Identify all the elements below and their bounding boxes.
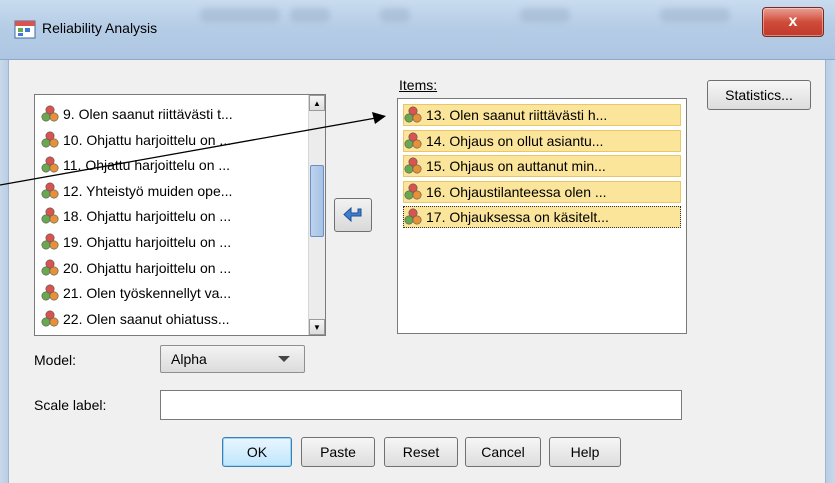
window-border-left [0, 60, 8, 483]
source-list-item[interactable]: 11. Ohjattu harjoittelu on ... [41, 154, 311, 176]
source-list-item[interactable]: 21. Olen työskennellyt va... [41, 282, 311, 304]
cancel-button[interactable]: Cancel [465, 437, 541, 467]
items-list[interactable]: 13. Olen saanut riittävästi h... 14. Ohja… [397, 98, 687, 334]
scale-label-input[interactable] [160, 390, 682, 420]
items-list-item[interactable]: 15. Ohjaus on auttanut min... [403, 155, 681, 178]
window-title: Reliability Analysis [42, 20, 158, 36]
source-list-item[interactable]: 22. Olen saanut ohiatuss... [41, 308, 311, 330]
source-list-item[interactable]: 9. Olen saanut riittävästi t... [41, 103, 311, 125]
paste-button-label: Paste [320, 444, 356, 460]
chevron-down-icon [278, 356, 290, 362]
source-list-item[interactable]: 20. Ohjattu harjoittelu on ... [41, 257, 311, 279]
source-list-item-label: 19. Ohjattu harjoittelu on ... [63, 234, 232, 250]
scroll-thumb[interactable] [310, 165, 324, 237]
items-list-item[interactable]: 17. Ohjauksessa on käsitelt... [403, 206, 681, 229]
ok-button-label: OK [246, 444, 268, 460]
model-select[interactable]: Alpha [160, 345, 305, 373]
source-list-item[interactable]: 19. Ohjattu harjoittelu on ... [41, 231, 311, 253]
scale-variable-icon [404, 157, 422, 174]
scale-variable-icon [41, 131, 59, 148]
scale-variable-icon [41, 259, 59, 276]
scale-variable-icon [41, 207, 59, 224]
source-list-item[interactable]: 12. Yhteistyö muiden ope... [41, 180, 311, 202]
scale-variable-icon [41, 182, 59, 199]
scale-variable-icon [41, 233, 59, 250]
items-list-item-label: 17. Ohjauksessa on käsitelt... [426, 209, 609, 226]
ok-button[interactable]: OK [222, 437, 292, 467]
title-bar: Reliability Analysis x [0, 0, 835, 60]
scale-variable-icon [41, 284, 59, 301]
source-list-item-label: 9. Olen saanut riittävästi t... [63, 106, 233, 122]
paste-button[interactable]: Paste [301, 437, 375, 467]
source-list-item[interactable]: 10. Ohjattu harjoittelu on ... [41, 129, 311, 151]
move-variable-button[interactable] [334, 198, 372, 232]
reset-button[interactable]: Reset [384, 437, 458, 467]
scale-variable-icon [404, 132, 422, 149]
items-list-item-label: 15. Ohjaus on auttanut min... [426, 158, 606, 175]
source-list-item-label: 12. Yhteistyö muiden ope... [63, 182, 233, 199]
source-variable-list[interactable]: ▲ ▼ 9. Olen saanut riittävästi t... 10. O… [34, 94, 326, 336]
scale-variable-icon [41, 310, 59, 327]
source-list-item-label: 21. Olen työskennellyt va... [63, 285, 232, 302]
items-list-item-label: 16. Ohjaustilanteessa olen ... [426, 183, 607, 200]
help-button[interactable]: Help [549, 437, 621, 467]
close-icon: x [788, 13, 798, 30]
source-list-item-label: 18. Ohjattu harjoittelu on ... [63, 208, 232, 225]
items-label: Items: [399, 77, 437, 93]
statistics-button-label: Statistics... [725, 87, 793, 103]
items-label-text: Items: [399, 77, 438, 93]
scale-variable-icon [41, 105, 59, 122]
arrow-left-icon [343, 207, 362, 223]
scale-variable-icon [404, 208, 422, 225]
source-list-item-label: 22. Olen saanut ohiatuss... [63, 310, 230, 327]
items-list-item[interactable]: 14. Ohjaus on ollut asiantu... [403, 129, 681, 152]
source-list-item-label: 20. Ohjattu harjoittelu on ... [63, 259, 232, 276]
source-list-item-label: 11. Ohjattu harjoittelu on ... [63, 157, 231, 174]
source-list-item-label: 10. Ohjattu harjoittelu on ... [63, 131, 232, 148]
spss-dialog-icon [14, 20, 36, 39]
model-label: Model: [34, 352, 77, 368]
items-list-item[interactable]: 13. Olen saanut riittävästi h... [403, 104, 681, 126]
window-border-right [826, 60, 835, 483]
model-select-value: Alpha [171, 351, 207, 367]
scale-variable-icon [41, 156, 59, 173]
scale-label-label: Scale label: [34, 397, 107, 413]
source-list-item[interactable]: 18. Ohjattu harjoittelu on ... [41, 205, 311, 227]
scale-variable-icon [404, 183, 422, 200]
cancel-button-label: Cancel [481, 444, 525, 460]
scale-variable-icon [404, 106, 422, 123]
statistics-button[interactable]: Statistics... [707, 80, 811, 110]
dialog-body: ▲ ▼ 9. Olen saanut riittävästi t... 10. O… [8, 60, 826, 483]
reset-button-label: Reset [402, 444, 440, 460]
help-button-label: Help [570, 444, 600, 460]
items-list-item[interactable]: 16. Ohjaustilanteessa olen ... [403, 180, 681, 203]
scroll-down-button[interactable]: ▼ [309, 319, 325, 335]
items-list-item-label: 13. Olen saanut riittävästi h... [426, 107, 608, 123]
scroll-up-button[interactable]: ▲ [309, 95, 325, 111]
close-button[interactable]: x [762, 7, 824, 37]
items-list-item-label: 14. Ohjaus on ollut asiantu... [426, 132, 604, 149]
